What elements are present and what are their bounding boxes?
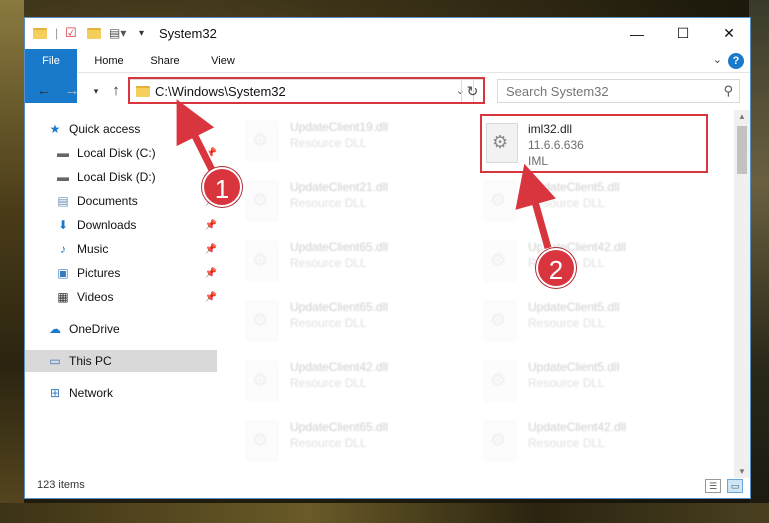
list-item[interactable]: ⚙ UpdateClient42.dll Resource DLL — [480, 416, 710, 470]
sidebar-item-videos[interactable]: ▦ Videos 📌 — [55, 286, 217, 308]
cloud-icon: ☁ — [49, 322, 61, 336]
star-icon: ★ — [49, 122, 61, 136]
sidebar-item-label: Downloads — [77, 218, 137, 232]
pin-icon: 📌 — [204, 243, 217, 255]
step-2-badge: 2 — [536, 248, 576, 288]
list-item[interactable]: ⚙ UpdateClient65.dll Resource DLL — [242, 416, 472, 470]
item-count: 123 items — [37, 479, 85, 491]
search-icon[interactable]: ⚲ — [723, 83, 733, 99]
sidebar-item-local-disk-d[interactable]: ▬ Local Disk (D:) 📌 — [55, 166, 217, 188]
sidebar-item-music[interactable]: ♪ Music 📌 — [55, 238, 217, 260]
list-item[interactable]: ⚙ UpdateClient42.dll Resource DLL — [242, 356, 472, 410]
title-bar: | ☑ ▤▾ ▾ System32 — ☐ ✕ — [25, 18, 750, 49]
download-icon: ⬇ — [57, 218, 69, 232]
pin-icon: 📌 — [204, 267, 217, 279]
list-item[interactable]: ⚙ UpdateClient5.dll Resource DLL — [480, 356, 710, 410]
sidebar-item-label: Music — [77, 242, 109, 256]
sidebar-item-label: Local Disk (C:) — [77, 146, 156, 160]
desktop-background-bottom — [0, 503, 769, 523]
details-view-icon[interactable]: ☰ — [705, 479, 721, 493]
search-box[interactable]: ⚲ — [497, 79, 740, 103]
list-item[interactable]: ⚙ UpdateClient65.dll Resource DLL — [242, 296, 472, 350]
window-title: System32 — [159, 26, 217, 41]
pin-icon: 📌 — [204, 291, 217, 303]
navigation-pane: ★ Quick access ▬ Local Disk (C:) 📌 ▬ Loc… — [25, 110, 218, 470]
pictures-icon: ▣ — [57, 266, 69, 280]
recent-locations-icon[interactable]: ▾ — [87, 81, 105, 101]
sidebar-item-label: Local Disk (D:) — [77, 170, 156, 184]
list-item[interactable]: ⚙ UpdateClient5.dll Resource DLL — [480, 296, 710, 350]
customize-toolbar-icon[interactable]: ▤▾ — [109, 23, 126, 43]
back-icon[interactable]: ← — [35, 81, 53, 101]
tab-view[interactable]: View — [197, 49, 249, 73]
list-item[interactable]: ⚙ UpdateClient19.dll Resource DLL — [242, 116, 472, 170]
list-item[interactable]: ⚙ UpdateClient65.dll Resource DLL — [242, 236, 472, 290]
gear-icon: ⚙ — [252, 310, 269, 330]
minimize-button[interactable]: — — [614, 18, 660, 49]
gear-icon: ⚙ — [490, 190, 507, 210]
pin-icon: 📌 — [204, 219, 217, 231]
sidebar-item-this-pc[interactable]: ▭ This PC — [25, 350, 217, 372]
network-icon: ⊞ — [49, 386, 61, 400]
search-input[interactable] — [498, 80, 708, 102]
drive-icon: ▬ — [57, 146, 69, 160]
sidebar-item-label: Network — [69, 386, 114, 400]
gear-icon: ⚙ — [490, 250, 507, 270]
videos-icon: ▦ — [57, 290, 69, 304]
sidebar-item-network[interactable]: ⊞ Network — [47, 382, 239, 404]
tab-home[interactable]: Home — [83, 49, 135, 73]
list-item[interactable]: ⚙ UpdateClient5.dll Resource DLL — [480, 176, 710, 230]
gear-icon: ⚙ — [252, 190, 269, 210]
gear-icon: ⚙ — [252, 250, 269, 270]
new-folder-icon[interactable] — [87, 23, 101, 43]
tab-share[interactable]: Share — [139, 49, 191, 73]
music-icon: ♪ — [60, 242, 66, 256]
ribbon-expand-icon[interactable]: ⌄ — [713, 53, 722, 66]
address-highlight-box — [128, 77, 485, 104]
list-item[interactable]: ⚙ UpdateClient21.dll Resource DLL — [242, 176, 472, 230]
gear-icon: ⚙ — [252, 430, 269, 450]
sidebar-item-downloads[interactable]: ⬇ Downloads 📌 — [55, 214, 217, 236]
ribbon: File Home Share View ⌄ ? — [25, 49, 750, 103]
drive-icon: ▬ — [57, 170, 69, 184]
sidebar-item-pictures[interactable]: ▣ Pictures 📌 — [55, 262, 217, 284]
gear-icon: ⚙ — [490, 310, 507, 330]
list-item[interactable]: ⚙ UpdateClient42.dll Resource DLL — [480, 236, 710, 290]
gear-icon: ⚙ — [490, 430, 507, 450]
sidebar-item-quick-access[interactable]: ★ Quick access — [47, 118, 239, 140]
gear-icon: ⚙ — [252, 130, 269, 150]
maximize-button[interactable]: ☐ — [660, 18, 706, 49]
properties-icon[interactable]: ☑ — [65, 23, 77, 43]
computer-icon: ▭ — [49, 354, 61, 368]
sidebar-item-documents[interactable]: ▤ Documents 📌 — [55, 190, 217, 212]
step-1-badge: 1 — [202, 167, 242, 207]
gear-icon: ⚙ — [490, 370, 507, 390]
sidebar-item-label: Pictures — [77, 266, 121, 280]
gear-icon: ⚙ — [252, 370, 269, 390]
sidebar-item-label: This PC — [69, 354, 112, 368]
large-icons-view-icon[interactable]: ▭ — [727, 479, 743, 493]
close-button[interactable]: ✕ — [706, 18, 752, 49]
scroll-up-icon[interactable]: ▲ — [738, 112, 746, 121]
vertical-scrollbar[interactable]: ▲ ▼ — [734, 110, 750, 478]
documents-icon: ▤ — [57, 194, 69, 208]
desktop-background-right — [749, 0, 769, 523]
forward-icon[interactable]: → — [63, 81, 81, 101]
pin-icon: 📌 — [204, 147, 217, 159]
sidebar-item-label: Documents — [77, 194, 138, 208]
sidebar-item-label: Videos — [77, 290, 114, 304]
quick-access-dropdown-icon[interactable]: ▾ — [139, 23, 144, 43]
status-bar: 123 items ☰ ▭ — [25, 474, 750, 498]
sidebar-item-onedrive[interactable]: ☁ OneDrive — [47, 318, 239, 340]
sidebar-item-label: OneDrive — [69, 322, 120, 336]
window-folder-icon — [33, 23, 47, 43]
file-highlight-box — [480, 114, 708, 173]
desktop-background-left — [0, 0, 24, 523]
up-icon[interactable]: ↑ — [107, 81, 125, 101]
help-icon[interactable]: ? — [728, 53, 744, 69]
sidebar-item-local-disk-c[interactable]: ▬ Local Disk (C:) 📌 — [55, 142, 217, 164]
scrollbar-thumb[interactable] — [737, 126, 747, 174]
sidebar-item-label: Quick access — [69, 122, 141, 136]
